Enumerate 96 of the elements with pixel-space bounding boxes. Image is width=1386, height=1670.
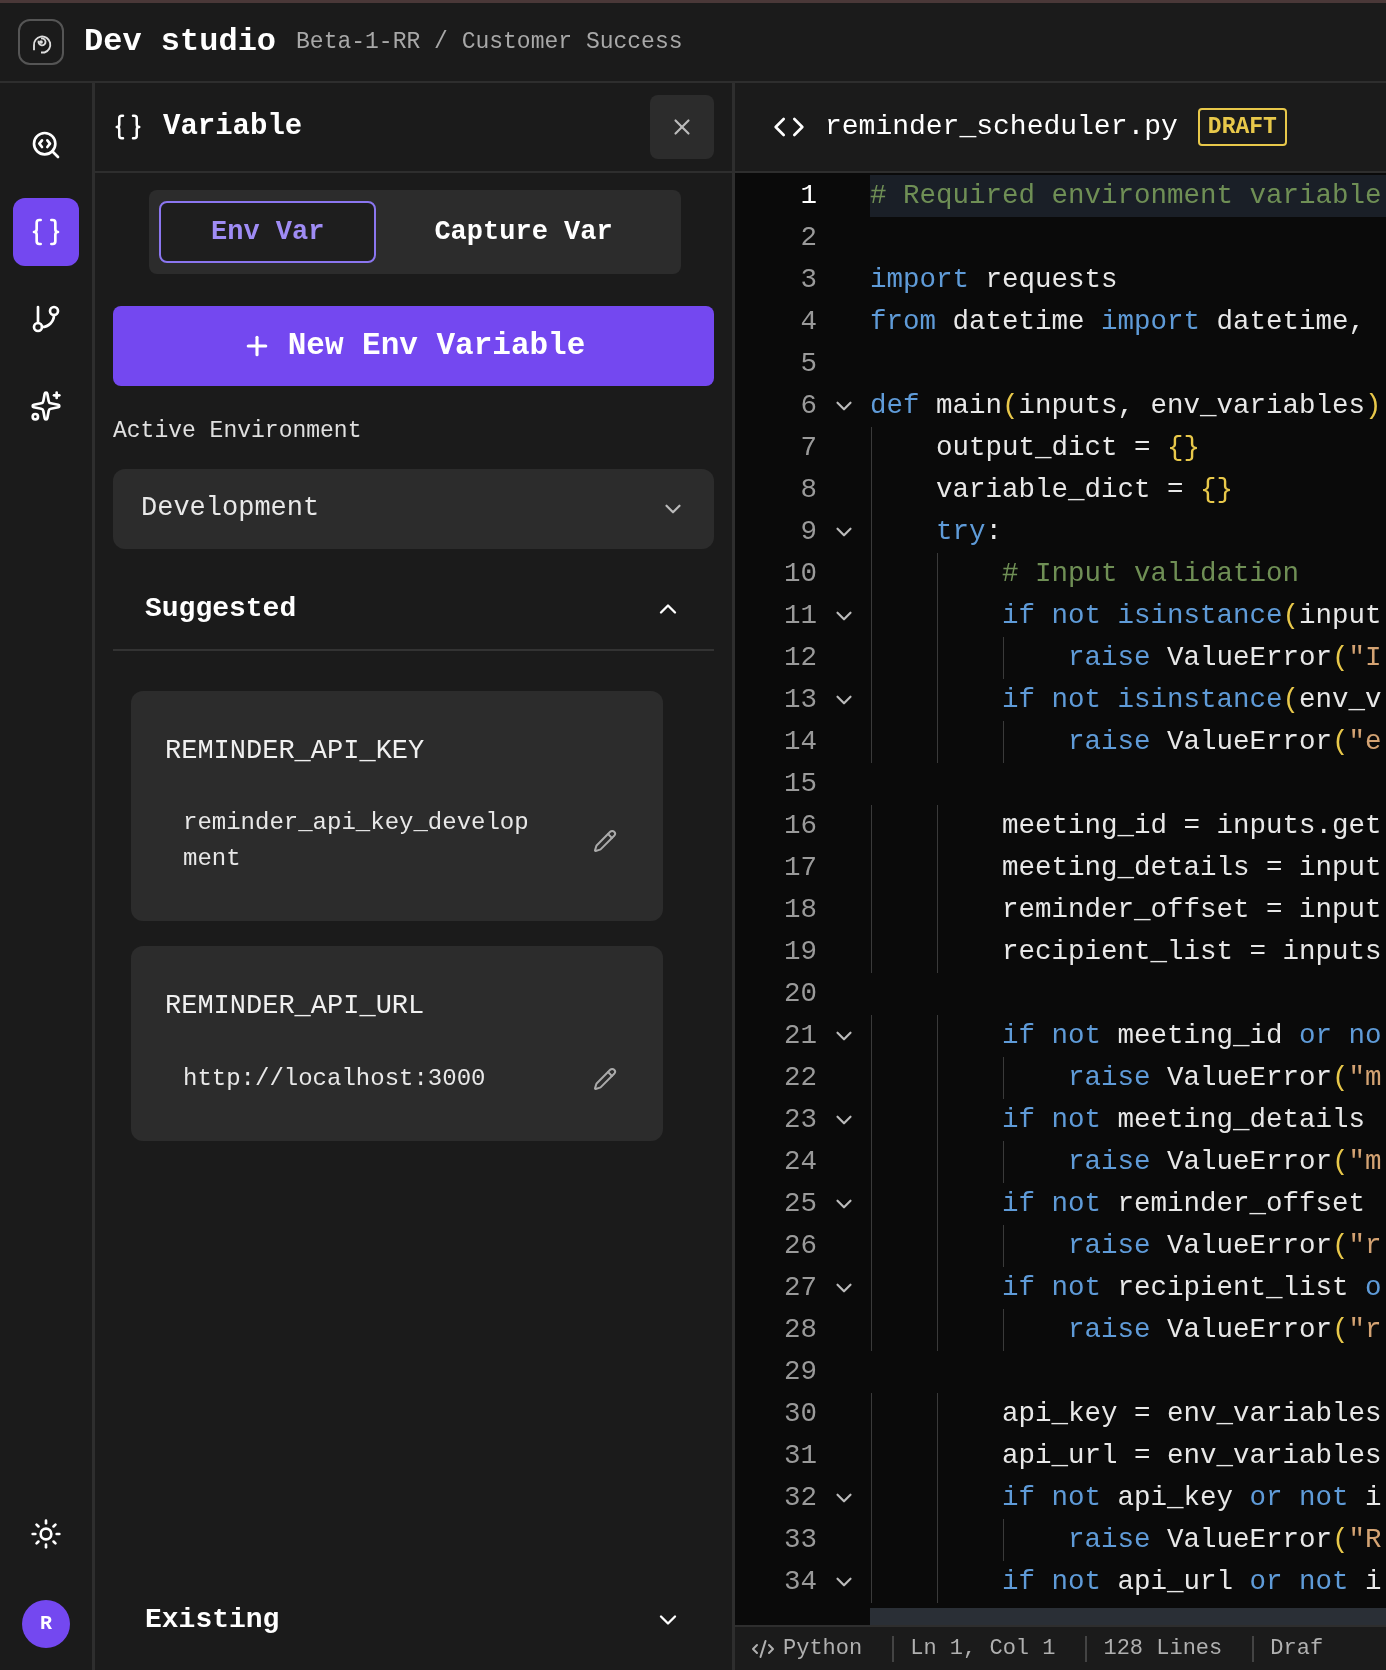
user-avatar[interactable]: R bbox=[22, 1600, 70, 1648]
line-number: 29 bbox=[783, 1355, 817, 1390]
branch-icon bbox=[30, 303, 62, 335]
settings-icon[interactable] bbox=[30, 1518, 62, 1550]
variable-name: REMINDER_API_KEY bbox=[165, 734, 426, 768]
line-number: 5 bbox=[799, 347, 817, 382]
line-number: 26 bbox=[783, 1229, 817, 1264]
breadcrumb: Beta-1-RR / Customer Success bbox=[296, 27, 683, 57]
line-number: 32 bbox=[783, 1481, 817, 1516]
line-number: 13 bbox=[783, 683, 817, 718]
code-line: if not meeting_details bbox=[1001, 1103, 1366, 1138]
line-number: 14 bbox=[783, 725, 817, 760]
horizontal-scrollbar[interactable] bbox=[870, 1608, 1386, 1625]
code-line: raise ValueError("m bbox=[1067, 1145, 1382, 1180]
variable-name: REMINDER_API_URL bbox=[165, 990, 426, 1023]
code-line: # Required environment variable bbox=[870, 179, 1382, 214]
braces-icon bbox=[113, 112, 143, 142]
code-line: recipient_list = inputs bbox=[1001, 935, 1382, 970]
line-number: 3 bbox=[799, 263, 817, 298]
close-button[interactable] bbox=[650, 95, 714, 159]
environment-dropdown[interactable]: Development bbox=[113, 468, 714, 549]
line-number: 15 bbox=[783, 767, 817, 802]
draft-badge: DRAFT bbox=[1197, 107, 1287, 147]
code-line: meeting_details = input bbox=[1001, 851, 1382, 886]
new-variable-button[interactable]: New Env Variable bbox=[113, 306, 714, 386]
code-line: if not api_url or not i bbox=[1001, 1565, 1382, 1600]
code-line: raise ValueError("m bbox=[1067, 1061, 1382, 1096]
line-number: 9 bbox=[799, 515, 817, 550]
line-number: 21 bbox=[783, 1019, 817, 1054]
code-line: api_key = env_variables bbox=[1001, 1397, 1382, 1432]
code-line: api_url = env_variables bbox=[1001, 1439, 1382, 1474]
code-line: # Input validation bbox=[1001, 557, 1300, 592]
line-number: 28 bbox=[783, 1313, 817, 1348]
code-line: def main(inputs, env_variables) bbox=[870, 389, 1382, 424]
code-line: raise ValueError("r bbox=[1067, 1313, 1382, 1348]
status-item: Draf bbox=[1270, 1635, 1324, 1663]
code-line: if not meeting_id or no bbox=[1001, 1019, 1382, 1054]
code-line: raise ValueError("e bbox=[1067, 725, 1382, 760]
code-line: raise ValueError("r bbox=[1067, 1229, 1382, 1264]
rail-button[interactable] bbox=[13, 198, 79, 266]
code-line: if not recipient_list o bbox=[1001, 1271, 1382, 1306]
line-number: 8 bbox=[799, 473, 817, 508]
logo-icon bbox=[18, 19, 64, 65]
line-number: 2 bbox=[799, 221, 817, 256]
code-line: from datetime import datetime, bbox=[870, 305, 1366, 340]
code-line: if not isinstance(env_v bbox=[1001, 683, 1382, 718]
line-number: 20 bbox=[783, 977, 817, 1012]
code-line: if not api_key or not i bbox=[1001, 1481, 1382, 1516]
sparkles-icon bbox=[30, 390, 62, 422]
braces-icon bbox=[30, 216, 62, 248]
code-line: reminder_offset = input bbox=[1001, 893, 1382, 928]
line-number: 7 bbox=[799, 431, 817, 466]
code-line: variable_dict = {} bbox=[935, 473, 1234, 508]
section-header[interactable]: Existing bbox=[113, 1588, 714, 1652]
file-name: reminder_scheduler.py bbox=[825, 110, 1178, 144]
field-label: Active Environment bbox=[113, 417, 363, 446]
status-item: Python bbox=[783, 1635, 863, 1663]
line-number: 25 bbox=[783, 1187, 817, 1222]
line-number: 1 bbox=[799, 179, 817, 214]
panel-title: Variable bbox=[163, 109, 303, 146]
code-line: try: bbox=[935, 515, 1003, 550]
line-number: 34 bbox=[783, 1565, 817, 1600]
tab[interactable]: Env Var bbox=[159, 201, 377, 263]
line-number: 11 bbox=[783, 599, 817, 634]
variable-value: http://localhost:3000 bbox=[183, 1063, 487, 1094]
code-line: if not isinstance(input bbox=[1001, 599, 1382, 634]
edit-icon[interactable] bbox=[593, 829, 617, 853]
code-line: output_dict = {} bbox=[935, 431, 1201, 466]
section-header[interactable]: Suggested bbox=[113, 568, 714, 651]
line-number: 12 bbox=[783, 641, 817, 676]
line-number: 30 bbox=[783, 1397, 817, 1432]
line-number: 31 bbox=[783, 1439, 817, 1474]
line-number: 33 bbox=[783, 1523, 817, 1558]
code-line: import requests bbox=[870, 263, 1118, 298]
tab[interactable]: Capture Var bbox=[384, 201, 663, 263]
status-item: 128 Lines bbox=[1103, 1635, 1223, 1663]
line-number: 19 bbox=[783, 935, 817, 970]
edit-icon[interactable] bbox=[593, 1066, 617, 1091]
status-item: Ln 1, Col 1 bbox=[910, 1635, 1056, 1663]
line-number: 10 bbox=[783, 557, 817, 592]
code-line: if not reminder_offset bbox=[1001, 1187, 1366, 1222]
code-search-icon bbox=[30, 129, 62, 161]
line-number: 24 bbox=[783, 1145, 817, 1180]
line-number: 22 bbox=[783, 1061, 817, 1096]
line-number: 6 bbox=[799, 389, 817, 424]
line-number: 23 bbox=[783, 1103, 817, 1138]
line-number: 16 bbox=[783, 809, 817, 844]
code-line: raise ValueError("R bbox=[1067, 1523, 1382, 1558]
app-title: Dev studio bbox=[84, 22, 277, 62]
variable-value: reminder_api_key_development bbox=[183, 808, 530, 874]
line-number: 4 bbox=[799, 305, 817, 340]
line-number: 18 bbox=[783, 893, 817, 928]
line-number: 17 bbox=[783, 851, 817, 886]
code-line: raise ValueError("I bbox=[1067, 641, 1382, 676]
line-number: 27 bbox=[783, 1271, 817, 1306]
code-line: meeting_id = inputs.get bbox=[1001, 809, 1382, 844]
